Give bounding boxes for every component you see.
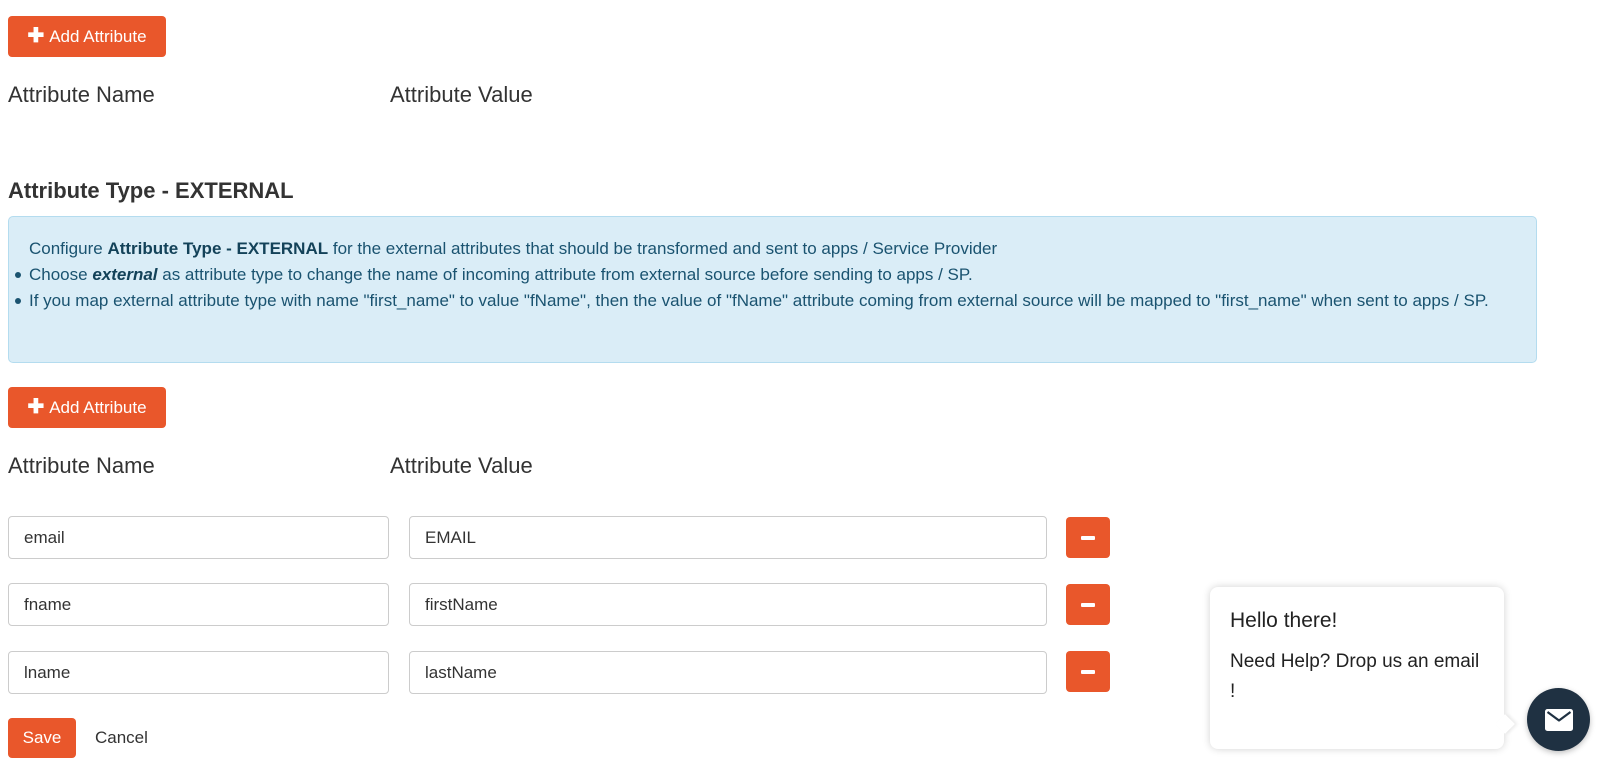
info-line: Configure Attribute Type - EXTERNAL for … — [29, 239, 998, 258]
chat-popup-pointer — [1495, 714, 1515, 734]
chat-launcher-button[interactable] — [1527, 688, 1590, 751]
add-attribute-label: Add Attribute — [49, 397, 147, 417]
section-title-external: Attribute Type - EXTERNAL — [8, 178, 294, 203]
cancel-button[interactable]: Cancel — [92, 718, 151, 758]
column-header-attribute-name: Attribute Name — [8, 82, 155, 107]
minus-icon — [1081, 602, 1095, 607]
plus-icon: ✚ — [27, 395, 45, 418]
remove-row-button[interactable] — [1066, 651, 1110, 692]
add-attribute-button-external[interactable]: ✚ Add Attribute — [8, 387, 166, 428]
remove-row-button[interactable] — [1066, 584, 1110, 625]
remove-row-button[interactable] — [1066, 517, 1110, 558]
attribute-value-input[interactable] — [409, 583, 1047, 626]
save-button[interactable]: Save — [8, 718, 76, 758]
mail-icon — [1544, 708, 1573, 731]
info-alert: Configure Attribute Type - EXTERNAL for … — [8, 216, 1537, 363]
column-header-attribute-name: Attribute Name — [8, 453, 155, 478]
column-header-attribute-value: Attribute Value — [390, 82, 533, 107]
info-bullet: Choose external as attribute type to cha… — [15, 262, 1516, 288]
add-attribute-button-top[interactable]: ✚ Add Attribute — [8, 16, 166, 57]
info-list: Choose external as attribute type to cha… — [15, 262, 1516, 314]
column-header-attribute-value: Attribute Value — [390, 453, 533, 478]
attribute-value-input[interactable] — [409, 516, 1047, 559]
chat-greeting: Hello there! — [1230, 609, 1338, 632]
minus-icon — [1081, 535, 1095, 540]
attribute-name-input[interactable] — [8, 583, 389, 626]
chat-popup[interactable]: Hello there! Need Help? Drop us an email… — [1210, 587, 1515, 749]
attribute-value-input[interactable] — [409, 651, 1047, 694]
plus-icon: ✚ — [27, 24, 45, 47]
chat-message: Need Help? Drop us an email ! — [1230, 651, 1480, 702]
info-bullet: If you map external attribute type with … — [15, 288, 1516, 314]
page: ✚ Add Attribute Attribute Name Attribute… — [0, 0, 1597, 769]
add-attribute-label: Add Attribute — [49, 26, 147, 46]
minus-icon — [1081, 669, 1095, 674]
attribute-name-input[interactable] — [8, 516, 389, 559]
attribute-name-input[interactable] — [8, 651, 389, 694]
